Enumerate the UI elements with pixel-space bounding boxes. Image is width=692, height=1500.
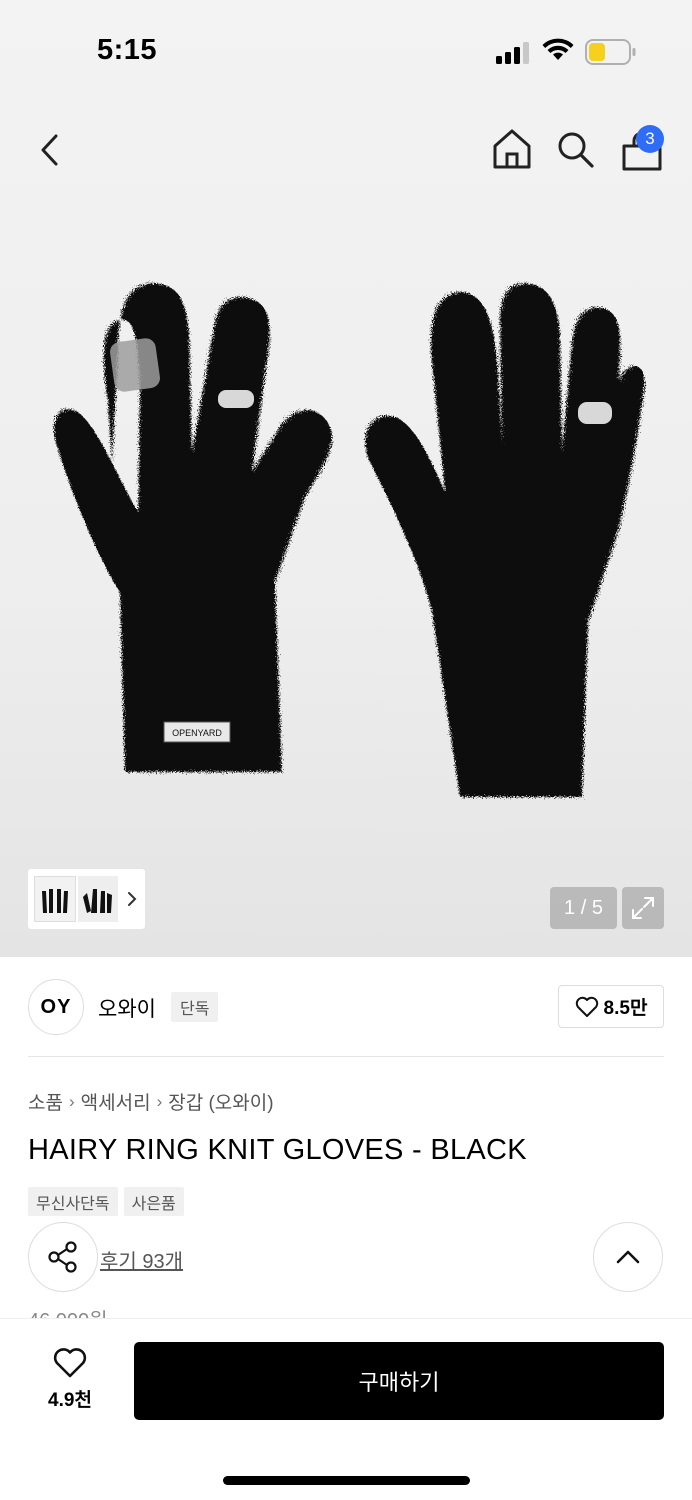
gloves-thumbnail-icon bbox=[42, 889, 68, 913]
breadcrumb-item[interactable]: 장갑 (오와이) bbox=[168, 1088, 273, 1115]
search-icon[interactable] bbox=[556, 130, 596, 170]
home-icon[interactable] bbox=[492, 128, 532, 170]
expand-button[interactable] bbox=[622, 887, 664, 929]
cellular-signal-icon bbox=[496, 42, 529, 64]
image-pager: 1 / 5 bbox=[550, 887, 617, 929]
chevron-right-icon[interactable] bbox=[126, 890, 138, 908]
brand-like-button[interactable]: 8.5만 bbox=[558, 985, 664, 1028]
brand-name[interactable]: 오와이 bbox=[98, 993, 156, 1023]
badge: 무신사단독 bbox=[28, 1187, 118, 1216]
brand-logo[interactable]: OY bbox=[28, 979, 84, 1035]
product-badges: 무신사단독 사은품 bbox=[28, 1187, 184, 1216]
exclusive-tag: 단독 bbox=[171, 992, 219, 1022]
reviews-link[interactable]: 후기 93개 bbox=[100, 1245, 183, 1274]
cart-count-badge: 3 bbox=[636, 125, 664, 153]
brand-like-count: 8.5만 bbox=[603, 998, 648, 1019]
status-time: 5:15 bbox=[97, 34, 158, 66]
brand-row: OY 오와이 단독 8.5만 bbox=[28, 977, 664, 1037]
chevron-right-icon: › bbox=[68, 1091, 75, 1111]
left-glove bbox=[54, 283, 332, 772]
battery-icon bbox=[585, 39, 636, 65]
wifi-icon bbox=[542, 38, 574, 60]
share-icon bbox=[48, 1241, 77, 1273]
thumbnail-2[interactable] bbox=[78, 876, 118, 922]
thumbnail-1[interactable] bbox=[34, 876, 76, 922]
share-button[interactable] bbox=[28, 1222, 98, 1292]
badge: 사은품 bbox=[123, 1187, 184, 1216]
scroll-to-top-button[interactable] bbox=[593, 1222, 663, 1292]
product-title: HAIRY RING KNIT GLOVES - BLACK bbox=[28, 1134, 527, 1166]
wishlist-count: 4.9천 bbox=[48, 1390, 92, 1411]
gloves-thumbnail-icon bbox=[83, 889, 112, 913]
back-arrow-icon[interactable] bbox=[34, 130, 70, 170]
divider bbox=[28, 1056, 664, 1057]
right-glove bbox=[365, 283, 645, 797]
home-indicator[interactable] bbox=[223, 1476, 470, 1485]
breadcrumb-item[interactable]: 액세서리 bbox=[81, 1088, 151, 1115]
chevron-up-icon bbox=[616, 1250, 640, 1264]
status-bar: 5:15 bbox=[0, 0, 692, 100]
heart-icon bbox=[53, 1348, 87, 1378]
bottom-action-bar: 4.9천 구매하기 bbox=[0, 1318, 692, 1500]
buy-button[interactable]: 구매하기 bbox=[134, 1342, 664, 1420]
product-image[interactable]: OPENYARD bbox=[40, 262, 660, 822]
wishlist-button[interactable]: 4.9천 bbox=[30, 1347, 110, 1417]
chevron-right-icon: › bbox=[156, 1091, 163, 1111]
breadcrumb-item[interactable]: 소품 bbox=[28, 1088, 63, 1115]
thumbnail-strip[interactable] bbox=[28, 869, 145, 929]
glove-brand-label: OPENYARD bbox=[172, 728, 222, 738]
breadcrumb: 소품 › 액세서리 › 장갑 (오와이) bbox=[28, 1088, 274, 1115]
expand-icon bbox=[632, 897, 654, 919]
heart-icon bbox=[575, 996, 598, 1017]
